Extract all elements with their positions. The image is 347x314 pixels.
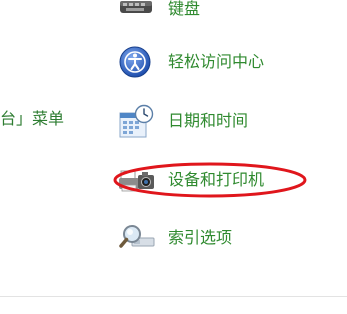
keyboard-icon <box>118 0 158 27</box>
control-panel-fragment: 台」菜单 键盘 轻松访问中心 日期和时间 设备和打印机 索引选项 <box>0 0 347 314</box>
item-label[interactable]: 日期和时间 <box>168 111 248 131</box>
printer-camera-icon <box>118 162 158 198</box>
control-panel-item-keyboard[interactable]: 键盘 <box>118 0 200 27</box>
item-label[interactable]: 设备和打印机 <box>168 170 264 190</box>
calendar-clock-icon <box>118 103 158 139</box>
control-panel-item-ease-of-access[interactable]: 轻松访问中心 <box>118 44 264 80</box>
control-panel-item-indexing-options[interactable]: 索引选项 <box>118 220 232 256</box>
control-panel-item-date-time[interactable]: 日期和时间 <box>118 103 248 139</box>
control-panel-item-devices-printers[interactable]: 设备和打印机 <box>118 162 264 198</box>
left-column-fragment[interactable]: 台」菜单 <box>0 108 64 130</box>
item-label[interactable]: 索引选项 <box>168 228 232 248</box>
item-label[interactable]: 键盘 <box>168 0 200 19</box>
ease-of-access-icon <box>118 44 158 80</box>
magnifier-icon <box>118 220 158 256</box>
item-label[interactable]: 轻松访问中心 <box>168 52 264 72</box>
divider <box>0 296 347 297</box>
